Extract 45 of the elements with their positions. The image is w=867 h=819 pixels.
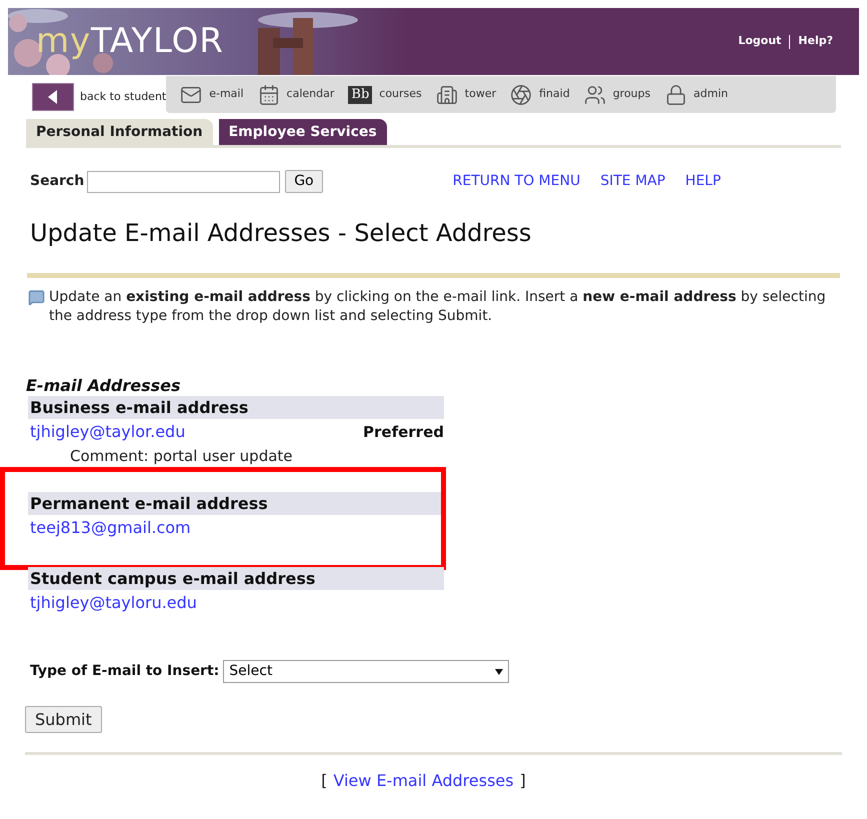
header-link[interactable]: Logout — [738, 33, 782, 50]
bracket: ] — [520, 770, 526, 792]
submit-button[interactable]: Submit — [25, 706, 102, 733]
bracket: [ — [321, 770, 328, 792]
back-link[interactable]: back to student — [80, 88, 166, 106]
tab[interactable]: Employee Services — [218, 119, 387, 145]
toolbar-link[interactable]: calendar — [286, 86, 334, 103]
building-icon[interactable] — [436, 84, 458, 106]
toolbar-link[interactable]: e-mail — [209, 86, 244, 103]
toolbar-link[interactable]: courses — [379, 86, 422, 103]
back-arrow-icon — [48, 90, 58, 104]
dropdown-arrow-icon — [495, 668, 504, 674]
header-link[interactable]: Help? — [798, 33, 833, 50]
email-link[interactable]: tjhigley@tayloru.edu — [30, 591, 197, 615]
search-label: Search — [30, 172, 84, 191]
bb-logo-icon[interactable]: Bb — [348, 86, 372, 104]
toolbar-link[interactable]: admin — [694, 86, 728, 103]
toolbar-link[interactable]: groups — [612, 86, 650, 103]
nav-link[interactable]: RETURN TO MENU — [452, 171, 580, 192]
search-field[interactable] — [87, 170, 280, 192]
address-type-header: Business e-mail address — [28, 396, 444, 419]
tab[interactable]: Personal Information — [26, 119, 213, 145]
section-title: E-mail Addresses — [26, 376, 182, 396]
nav-link[interactable]: HELP — [685, 171, 721, 192]
email-link[interactable]: teej813@gmail.com — [30, 516, 191, 540]
calendar-icon[interactable] — [258, 84, 280, 106]
toolbar-link[interactable]: tower — [464, 86, 496, 103]
email-type-select[interactable]: Select — [223, 660, 510, 683]
lock-icon[interactable] — [664, 84, 686, 106]
go-button[interactable]: Go — [285, 170, 323, 193]
preferred-label: Preferred — [363, 422, 444, 443]
toolbar-link[interactable]: finaid — [539, 86, 570, 103]
insert-label: Type of E-mail to Insert: — [30, 662, 220, 681]
address-type-header: Student campus e-mail address — [28, 567, 444, 590]
nav-link[interactable]: SITE MAP — [600, 171, 666, 192]
people-icon[interactable] — [584, 84, 606, 106]
address-type-header: Permanent e-mail address — [28, 492, 444, 515]
back-button[interactable] — [32, 83, 74, 111]
page-title: Update E-mail Addresses - Select Address — [30, 218, 532, 249]
comment-text: Comment: portal user update — [70, 446, 294, 467]
logo: myTAYLOR — [36, 21, 224, 61]
view-addresses-link[interactable]: View E-mail Addresses — [333, 769, 514, 793]
speech-bubble-icon — [28, 289, 45, 306]
email-link[interactable]: tjhigley@taylor.edu — [30, 420, 186, 444]
info-text: Update an existing e-mail address by clicking on the e-mail link. Insert a new e-mail address by selecting the address type from the drop down list and selecting Submit. — [49, 288, 827, 326]
